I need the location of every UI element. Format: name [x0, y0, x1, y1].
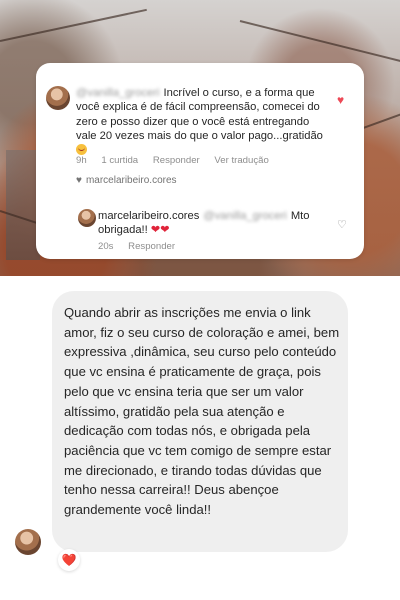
- reply-reply-link[interactable]: Responder: [128, 241, 175, 252]
- heart-eyes-emoji: [76, 143, 87, 155]
- liked-by-creator: ♥ marcelaribeiro.cores: [76, 175, 177, 186]
- reply-time: 20s: [98, 241, 114, 252]
- reply-meta: 20s Responder: [98, 241, 187, 252]
- message-text: Quando abrir as inscrições me envia o li…: [64, 305, 340, 518]
- comment-translate-link[interactable]: Ver tradução: [214, 155, 268, 166]
- comment-likes-count[interactable]: 1 curtida: [101, 155, 138, 166]
- sender-avatar[interactable]: [15, 529, 41, 555]
- comment-like-heart-icon[interactable]: ♥: [337, 93, 344, 107]
- reply-text: marcelaribeiro.cores @vanilla_groceri Mto …: [98, 209, 324, 238]
- reply-like-heart-outline-icon[interactable]: ♡: [337, 218, 347, 231]
- comment-card: @vanilla_groceri Incrível o curso, e a fo…: [36, 63, 364, 259]
- reply-author[interactable]: marcelaribeiro.cores: [98, 210, 199, 222]
- background-building: [6, 150, 40, 260]
- reply-author-avatar[interactable]: [78, 209, 96, 227]
- message-bubble[interactable]: Quando abrir as inscrições me envia o li…: [52, 291, 348, 552]
- two-hearts-emoji: ❤❤: [150, 224, 170, 237]
- reply-mention[interactable]: @vanilla_groceri: [203, 209, 287, 223]
- comment-text: @vanilla_groceri Incrível o curso, e a fo…: [76, 86, 328, 158]
- comment-author[interactable]: @vanilla_groceri: [76, 86, 160, 100]
- comment-time: 9h: [76, 155, 87, 166]
- commenter-avatar[interactable]: [46, 86, 70, 110]
- comment-meta: 9h 1 curtida Responder Ver tradução: [76, 155, 281, 166]
- message-reaction-heart-icon[interactable]: ❤️: [58, 549, 80, 571]
- liked-by-user: marcelaribeiro.cores: [85, 175, 177, 186]
- comment-reply-link[interactable]: Responder: [153, 155, 200, 166]
- liked-by-heart-icon: ♥: [76, 175, 82, 186]
